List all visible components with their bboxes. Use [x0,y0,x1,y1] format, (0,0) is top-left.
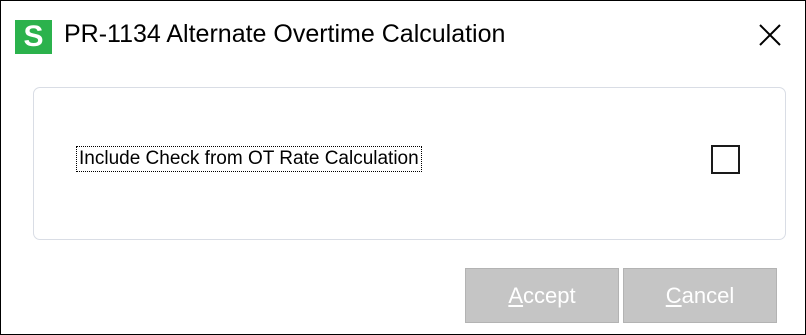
cancel-label-rest: ancel [681,282,735,308]
cancel-button[interactable]: Cancel [623,268,777,323]
dialog-window: S PR-1134 Alternate Overtime Calculation… [0,0,806,335]
window-title: PR-1134 Alternate Overtime Calculation [64,20,506,48]
title-bar: S PR-1134 Alternate Overtime Calculation [1,1,805,67]
accept-mnemonic: A [508,282,524,308]
cancel-mnemonic: C [665,282,682,308]
close-icon [759,24,781,46]
app-logo-icon: S [15,20,52,54]
include-check-label[interactable]: Include Check from OT Rate Calculation [76,146,422,172]
include-check-checkbox[interactable] [711,145,740,174]
accept-label-rest: ccept [523,282,576,308]
close-button[interactable] [747,15,793,55]
accept-button[interactable]: Accept [465,268,619,323]
